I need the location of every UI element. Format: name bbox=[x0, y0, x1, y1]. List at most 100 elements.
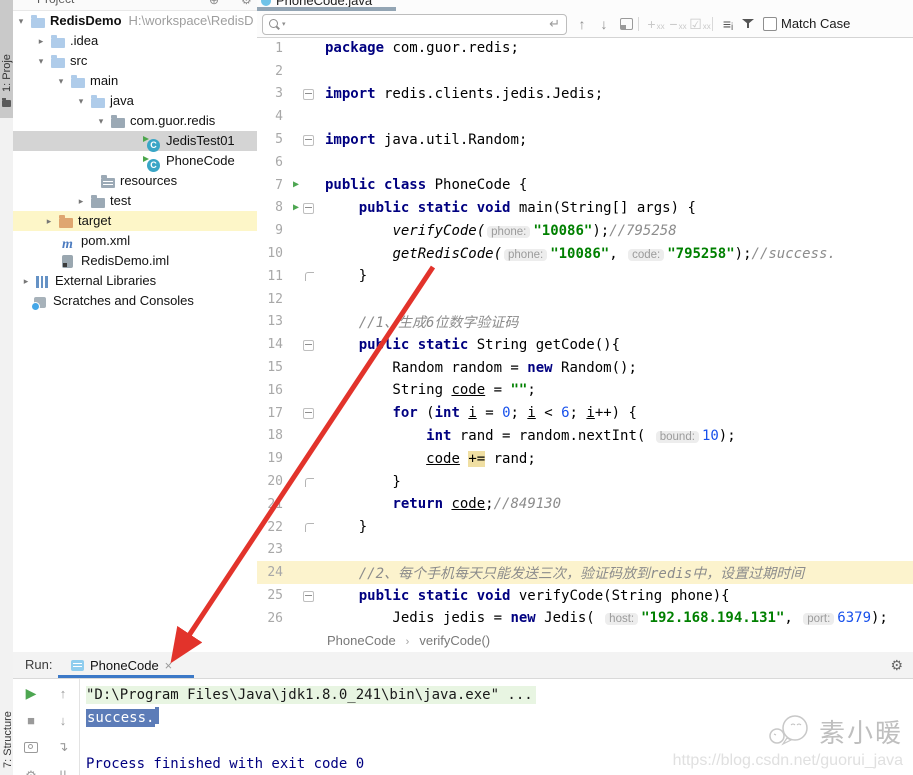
thread-dump-button[interactable] bbox=[23, 739, 39, 755]
fold-icon[interactable] bbox=[303, 590, 314, 602]
tree-item-label: target bbox=[78, 213, 112, 228]
tree-item-redisdemo[interactable]: ▾ RedisDemo H:\workspace\RedisD bbox=[13, 11, 257, 31]
run-tab-label: PhoneCode bbox=[90, 657, 159, 673]
chevron-down-icon[interactable]: ▾ bbox=[35, 51, 47, 71]
settings-icon[interactable]: ⚙ bbox=[241, 0, 252, 7]
code-line-9[interactable]: 9 verifyCode(phone: "10086");//795258 bbox=[257, 219, 913, 242]
tree-item-phonecode[interactable]: C PhoneCode bbox=[13, 151, 257, 172]
chevron-right-icon[interactable]: ▸ bbox=[20, 271, 32, 291]
tree-item-label: PhoneCode bbox=[166, 153, 235, 168]
scroll-to-end-button[interactable]: ⇊ bbox=[55, 768, 71, 775]
prev-occurrence-button[interactable]: ↑ bbox=[573, 11, 591, 37]
breadcrumb: PhoneCode › verifyCode() bbox=[257, 630, 913, 653]
add-selection-button[interactable]: + xx bbox=[647, 11, 665, 37]
code-line-7[interactable]: 7 ▶ public class PhoneCode { bbox=[257, 174, 913, 197]
breadcrumb-class[interactable]: PhoneCode bbox=[327, 633, 396, 648]
remove-selection-button[interactable]: − xx bbox=[669, 11, 687, 37]
chevron-down-icon[interactable]: ▾ bbox=[95, 111, 107, 131]
code-line-16[interactable]: 16 String code = ""; bbox=[257, 379, 913, 402]
code-line-6[interactable]: 6 bbox=[257, 151, 913, 174]
code-line-10[interactable]: 10 getRedisCode(phone: "10086", code: "795… bbox=[257, 242, 913, 265]
fold-icon[interactable] bbox=[303, 88, 314, 100]
code-line-11[interactable]: 11 } bbox=[257, 265, 913, 288]
code-line-24[interactable]: 24 //2、每个手机每天只能发送三次，验证码放到redis中，设置过期时间 bbox=[257, 561, 913, 585]
code-line-15[interactable]: 15 Random random = new Random(); bbox=[257, 356, 913, 379]
filter-lines-icon[interactable]: ≡ᵢ bbox=[719, 11, 737, 37]
code-line-17[interactable]: 17 for (int i = 0; i < 6; i++) { bbox=[257, 402, 913, 425]
console-output[interactable]: "D:\Program Files\Java\jdk1.8.0_241\bin\… bbox=[86, 684, 536, 775]
project-toolwindow-button[interactable]: 1: Proje bbox=[0, 0, 13, 118]
tree-item-com-guor-redis[interactable]: ▾ com.guor.redis bbox=[13, 111, 257, 131]
code-line-21[interactable]: 21 return code;//849130 bbox=[257, 493, 913, 516]
tree-item-scratches-and-consoles[interactable]: Scratches and Consoles bbox=[13, 291, 257, 311]
code-line-20[interactable]: 20 } bbox=[257, 470, 913, 493]
code-line-2[interactable]: 2 bbox=[257, 60, 913, 83]
tree-item-test[interactable]: ▸ test bbox=[13, 191, 257, 211]
code-line-22[interactable]: 22 } bbox=[257, 516, 913, 539]
tree-item-pom-xml[interactable]: m pom.xml bbox=[13, 231, 257, 252]
fold-icon[interactable] bbox=[303, 339, 314, 351]
console-line[interactable] bbox=[86, 730, 536, 753]
chevron-right-icon[interactable]: ▸ bbox=[35, 31, 47, 51]
divider bbox=[79, 679, 80, 775]
toggle-selection-button[interactable]: ☑ xx bbox=[689, 11, 711, 37]
run-settings-gear-icon[interactable]: ⚙ bbox=[890, 652, 903, 678]
chevron-down-icon[interactable]: ▾ bbox=[55, 71, 67, 91]
code-line-23[interactable]: 23 bbox=[257, 539, 913, 562]
close-icon[interactable]: × bbox=[165, 658, 173, 673]
tree-item-external-libraries[interactable]: ▸ External Libraries bbox=[13, 271, 257, 291]
tree-item-redisdemo-iml[interactable]: RedisDemo.iml bbox=[13, 251, 257, 271]
code-line-19[interactable]: 19 code += rand; bbox=[257, 447, 913, 470]
search-options-chevron-icon[interactable]: ▾ bbox=[282, 20, 286, 28]
code-line-14[interactable]: 14 public static String getCode(){ bbox=[257, 333, 913, 356]
breadcrumb-method[interactable]: verifyCode() bbox=[419, 633, 490, 648]
line-number: 20 bbox=[267, 474, 283, 490]
code-editor[interactable]: 1 package com.guor.redis; 2 3 import redis.c… bbox=[257, 37, 913, 630]
console-line[interactable]: Process finished with exit code 0 bbox=[86, 753, 536, 775]
expand-all-icon[interactable]: ⊕ bbox=[209, 0, 219, 7]
fold-icon[interactable] bbox=[303, 134, 314, 146]
chevron-down-icon[interactable]: ▾ bbox=[15, 11, 27, 31]
down-stack-trace-button[interactable]: ↓ bbox=[55, 712, 71, 728]
line-number: 19 bbox=[267, 451, 283, 467]
run-gutter-icon[interactable]: ▶ bbox=[293, 202, 299, 213]
next-occurrence-button[interactable]: ↓ bbox=[595, 11, 613, 37]
code-line-1[interactable]: 1 package com.guor.redis; bbox=[257, 37, 913, 60]
console-line[interactable]: success. bbox=[86, 707, 536, 730]
code-line-3[interactable]: 3 import redis.clients.jedis.Jedis; bbox=[257, 83, 913, 106]
tree-item-main[interactable]: ▾ main bbox=[13, 71, 257, 91]
code-line-13[interactable]: 13 //1、生成6位数字验证码 bbox=[257, 311, 913, 334]
code-line-5[interactable]: 5 import java.util.Random; bbox=[257, 128, 913, 151]
tree-item-resources[interactable]: resources bbox=[13, 171, 257, 191]
soft-wrap-button[interactable]: ↴ bbox=[55, 739, 71, 755]
code-line-18[interactable]: 18 int rand = random.nextInt( bound: 10); bbox=[257, 425, 913, 448]
fold-icon[interactable] bbox=[303, 408, 314, 420]
chevron-right-icon[interactable]: ▸ bbox=[75, 191, 87, 211]
tree-item-java[interactable]: ▾ java bbox=[13, 91, 257, 111]
tree-item-jedistest01[interactable]: C JedisTest01 bbox=[13, 131, 257, 152]
rerun-button[interactable]: ▶ bbox=[23, 685, 39, 701]
console-line[interactable]: "D:\Program Files\Java\jdk1.8.0_241\bin\… bbox=[86, 684, 536, 707]
tree-item-src[interactable]: ▾ src bbox=[13, 51, 257, 71]
code-line-25[interactable]: 25 public static void verifyCode(String … bbox=[257, 584, 913, 607]
new-line-icon[interactable]: ↵ bbox=[549, 16, 560, 32]
chevron-right-icon[interactable]: ▸ bbox=[43, 211, 55, 231]
search-input[interactable]: ▾ ↵ bbox=[262, 14, 567, 35]
project-panel-title: Project bbox=[37, 0, 74, 6]
chevron-down-icon[interactable]: ▾ bbox=[75, 91, 87, 111]
code-line-4[interactable]: 4 bbox=[257, 105, 913, 128]
fold-icon[interactable] bbox=[303, 202, 314, 214]
code-line-12[interactable]: 12 bbox=[257, 288, 913, 311]
tree-item-target[interactable]: ▸ target bbox=[13, 211, 257, 231]
select-all-occurrences-button[interactable] bbox=[617, 11, 635, 37]
code-line-26[interactable]: 26 Jedis jedis = new Jedis( host: "192.16… bbox=[257, 607, 913, 630]
run-gutter-icon[interactable]: ▶ bbox=[293, 180, 299, 190]
tree-item--idea[interactable]: ▸ .idea bbox=[13, 31, 257, 51]
filter-funnel-icon[interactable] bbox=[739, 11, 757, 37]
code-line-8[interactable]: 8 ▶ public static void main(String[] args… bbox=[257, 197, 913, 220]
line-number: 7 bbox=[275, 177, 283, 193]
stop-button[interactable]: ■ bbox=[23, 712, 39, 728]
up-stack-trace-button[interactable]: ↑ bbox=[55, 685, 71, 701]
match-case-checkbox[interactable] bbox=[761, 11, 779, 37]
settings-button[interactable]: ⚙ bbox=[23, 768, 39, 775]
